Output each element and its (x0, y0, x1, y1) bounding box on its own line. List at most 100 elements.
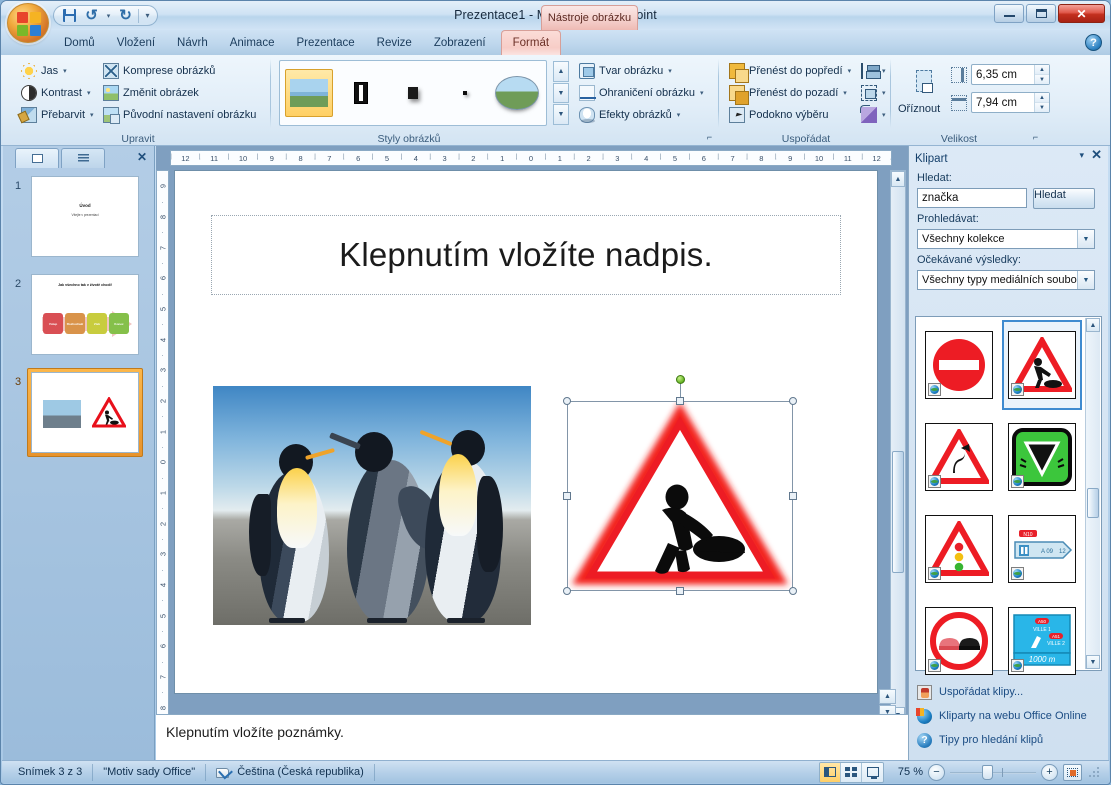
scroll-up-button[interactable]: ▲ (891, 171, 905, 187)
height-decrement-button[interactable]: ▼ (1035, 75, 1049, 84)
tab-home[interactable]: Domů (53, 30, 106, 55)
gallery-scroll-up-button[interactable]: ▲ (553, 61, 569, 82)
zoom-slider[interactable] (950, 764, 1036, 781)
scrollbar-thumb[interactable] (892, 451, 904, 573)
tab-slideshow[interactable]: Prezentace (285, 30, 365, 55)
tab-format[interactable]: Formát (500, 30, 562, 55)
send-to-back-button[interactable]: Přenést do pozadí ▾ (727, 82, 855, 105)
height-increment-button[interactable]: ▲ (1035, 65, 1049, 75)
clipart-thumbnail-double-bend[interactable] (920, 413, 999, 501)
shape-height-input[interactable] (972, 65, 1034, 84)
clipart-thumbnail-motorway-direction[interactable]: N10 A 09 12 (1003, 505, 1082, 593)
slide-sorter-button[interactable] (841, 762, 862, 782)
notes-pane[interactable]: Klepnutím vložíte poznámky. (156, 714, 908, 760)
undo-button[interactable]: ↺ (82, 6, 101, 25)
results-type-select[interactable]: Všechny typy mediálních souborů ▼ (917, 270, 1095, 290)
redo-button[interactable]: ↻ (116, 6, 135, 25)
pane-menu-button[interactable]: ▾ (1079, 150, 1084, 161)
clipart-thumbnail-no-overtaking[interactable] (920, 597, 999, 685)
picture-style-2[interactable] (337, 69, 385, 117)
slides-tab[interactable] (15, 148, 59, 168)
tab-view[interactable]: Zobrazení (423, 30, 497, 55)
slide-thumbnail-2[interactable]: 2 Jak všechno tak v životě chodí! Vstup … (3, 272, 146, 364)
tab-review[interactable]: Revize (366, 30, 423, 55)
compress-pictures-button[interactable]: Komprese obrázků (101, 60, 260, 82)
picture-style-4[interactable] (441, 69, 489, 117)
penguins-photo[interactable] (213, 386, 531, 625)
contrast-button[interactable]: Kontrast ▾ (19, 82, 98, 104)
clipart-thumbnail-no-entry[interactable] (920, 321, 999, 409)
vertical-scrollbar[interactable]: ▲ ▼ (890, 170, 906, 724)
scope-select[interactable]: Všechny kolekce ▼ (917, 229, 1095, 249)
picture-style-3[interactable] (389, 69, 437, 117)
close-clipart-pane-button[interactable]: ✕ (1091, 147, 1102, 163)
help-button[interactable]: ? (1085, 34, 1102, 51)
resize-handle-ml[interactable] (563, 492, 571, 500)
zoom-out-button[interactable]: − (928, 763, 945, 781)
normal-view-button[interactable] (820, 762, 841, 782)
clipart-thumbnail-traffic-signals[interactable] (920, 505, 999, 593)
size-dialog-launcher[interactable]: ⌐ (1030, 132, 1041, 143)
chevron-down-icon[interactable]: ▼ (1077, 230, 1094, 248)
resize-grip[interactable] (1089, 766, 1101, 778)
reset-picture-button[interactable]: Původní nastavení obrázku (101, 104, 260, 126)
slide-thumbnail-1[interactable]: 1 Úvod Vítejte v prezentaci (3, 174, 146, 266)
bring-to-front-button[interactable]: Přenést do popředí ▾ (727, 60, 855, 83)
save-button[interactable] (60, 6, 79, 25)
picture-styles-dialog-launcher[interactable]: ⌐ (704, 132, 715, 143)
roadworks-sign-picture[interactable] (563, 375, 797, 595)
office-button[interactable] (7, 3, 49, 43)
align-button[interactable]: ▾ (859, 60, 888, 82)
office-online-clipart-link[interactable]: Kliparty na webu Office Online (916, 704, 1102, 728)
crop-button[interactable] (903, 61, 945, 101)
gallery-expand-button[interactable]: ▼ (553, 104, 569, 126)
shape-width-field[interactable]: ▲ ▼ (971, 92, 1050, 113)
change-picture-button[interactable]: Změnit obrázek (101, 82, 260, 104)
resize-handle-bc[interactable] (676, 587, 684, 595)
zoom-slider-handle[interactable] (982, 764, 993, 780)
maximize-button[interactable] (1026, 4, 1056, 23)
tab-design[interactable]: Návrh (166, 30, 219, 55)
vertical-ruler[interactable]: 9·8·7·6·5·4·3·2·1·0·1·2·3·4·5·6·7·8· (156, 170, 169, 724)
tab-insert[interactable]: Vložení (106, 30, 166, 55)
height-spinner[interactable]: ▲ ▼ (1034, 65, 1049, 84)
organize-clips-link[interactable]: Uspořádat klipy... (917, 680, 1102, 704)
shape-height-field[interactable]: ▲ ▼ (971, 64, 1050, 85)
slide-thumbnail-3[interactable]: 3 (3, 368, 146, 462)
width-increment-button[interactable]: ▲ (1035, 93, 1049, 103)
close-slides-pane-button[interactable]: ✕ (137, 150, 147, 164)
picture-effects-button[interactable]: Efekty obrázků ▾ (577, 104, 708, 126)
outline-tab[interactable] (61, 148, 105, 168)
picture-style-1[interactable] (285, 69, 333, 117)
picture-shape-button[interactable]: Tvar obrázku ▾ (577, 60, 708, 82)
resize-handle-br[interactable] (789, 587, 797, 595)
width-spinner[interactable]: ▲ ▼ (1034, 93, 1049, 112)
close-button[interactable]: ✕ (1058, 4, 1105, 23)
results-scroll-down-button[interactable]: ▼ (1086, 655, 1100, 669)
customize-qat-button[interactable]: ▾ (142, 6, 153, 25)
resize-handle-mr[interactable] (789, 492, 797, 500)
language-indicator[interactable]: Čeština (Česká republika) (206, 763, 375, 781)
group-objects-button[interactable]: ▾ (859, 82, 888, 104)
slideshow-button[interactable] (862, 762, 883, 782)
brightness-button[interactable]: Jas ▾ (19, 60, 98, 82)
theme-indicator[interactable]: "Motiv sady Office" (93, 763, 207, 781)
tab-animations[interactable]: Animace (219, 30, 286, 55)
zoom-level[interactable]: 75 % (889, 766, 923, 778)
results-scrollbar-thumb[interactable] (1087, 488, 1099, 518)
slide-indicator[interactable]: Snímek 3 z 3 (8, 763, 94, 781)
resize-handle-tr[interactable] (789, 397, 797, 405)
results-scroll-up-button[interactable]: ▲ (1086, 318, 1100, 332)
resize-handle-tc[interactable] (676, 397, 684, 405)
search-button[interactable]: Hledat (1033, 188, 1095, 209)
title-placeholder[interactable]: Klepnutím vložíte nadpis. (211, 215, 841, 295)
search-input[interactable] (917, 188, 1027, 208)
recolor-button[interactable]: Přebarvit ▾ (19, 104, 98, 126)
slide-canvas[interactable]: Klepnutím vložíte nadpis. (174, 170, 878, 694)
horizontal-ruler[interactable]: 12 · | 11 · | 10 · | 9 · | 8 · | 7 · | 6 · | 5 · | 4 · | 3 · | 2 · | 1 · | 0… (170, 150, 892, 166)
minimize-button[interactable] (994, 4, 1024, 23)
selection-pane-button[interactable]: Podokno výběru (727, 104, 855, 126)
clipart-thumbnail-blue-direction[interactable]: A50 VILLE 1 A51 VILLE 2 1000 m (1003, 597, 1082, 685)
clipart-thumbnail-roadworks[interactable] (1001, 320, 1082, 410)
gallery-scroll-down-button[interactable]: ▼ (553, 82, 569, 104)
